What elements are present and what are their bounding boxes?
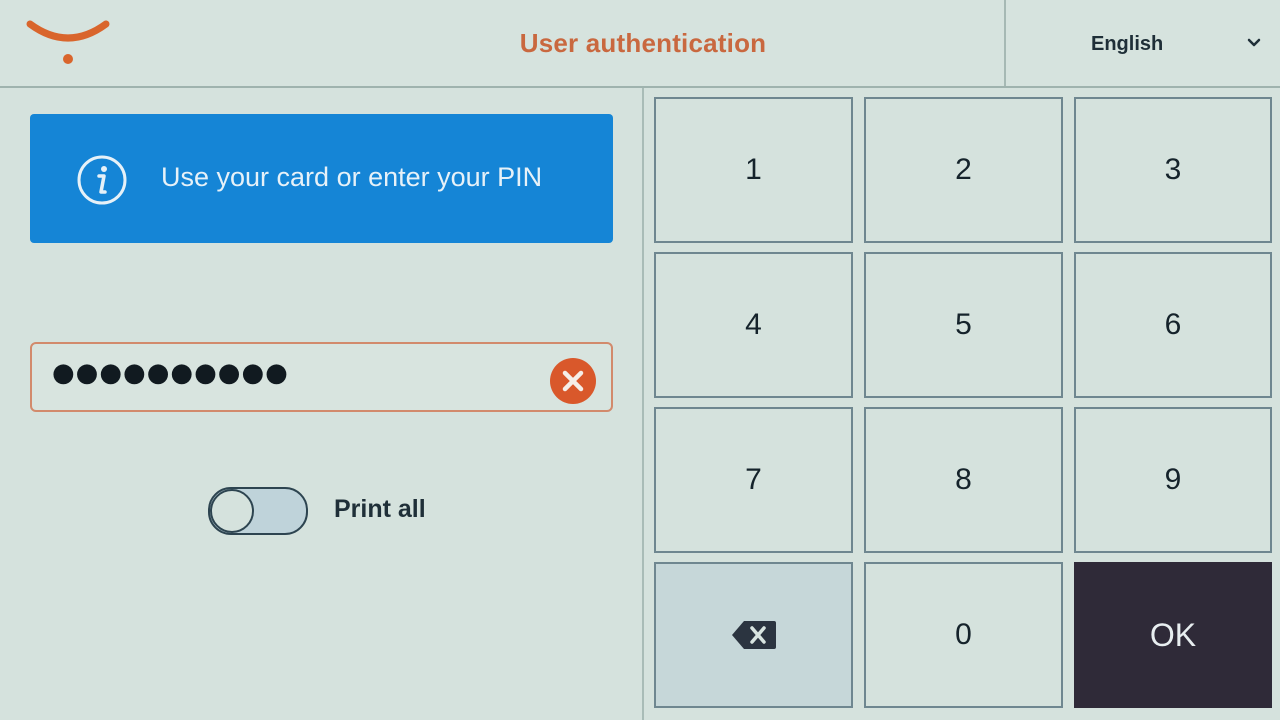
print-all-label: Print all bbox=[334, 495, 426, 523]
key-4[interactable]: 4 bbox=[654, 252, 853, 398]
key-8[interactable]: 8 bbox=[864, 407, 1063, 553]
keypad-divider bbox=[642, 88, 644, 720]
header-bar: User authentication English bbox=[0, 0, 1280, 88]
backspace-icon bbox=[731, 621, 776, 649]
auth-screen: User authentication English Use your car… bbox=[0, 0, 1280, 720]
key-0[interactable]: 0 bbox=[864, 562, 1063, 708]
key-5[interactable]: 5 bbox=[864, 252, 1063, 398]
key-3[interactable]: 3 bbox=[1074, 97, 1272, 243]
ok-button[interactable]: OK bbox=[1074, 562, 1272, 708]
pin-input[interactable]: ●●●●●●●●●● bbox=[30, 342, 613, 412]
print-all-toggle[interactable] bbox=[208, 487, 308, 535]
language-select[interactable]: English bbox=[1006, 0, 1280, 86]
language-label: English bbox=[1091, 33, 1164, 55]
info-icon bbox=[77, 155, 127, 205]
clear-icon[interactable] bbox=[549, 357, 597, 405]
chevron-down-icon bbox=[1247, 38, 1261, 47]
key-9[interactable]: 9 bbox=[1074, 407, 1272, 553]
key-7[interactable]: 7 bbox=[654, 407, 853, 553]
info-message: Use your card or enter your PIN bbox=[161, 162, 543, 192]
toggle-knob bbox=[210, 489, 254, 533]
key-6[interactable]: 6 bbox=[1074, 252, 1272, 398]
key-1[interactable]: 1 bbox=[654, 97, 853, 243]
info-banner: Use your card or enter your PIN bbox=[30, 114, 613, 243]
key-2[interactable]: 2 bbox=[864, 97, 1063, 243]
backspace-button[interactable] bbox=[654, 562, 853, 708]
pin-masked-value: ●●●●●●●●●● bbox=[52, 358, 289, 388]
